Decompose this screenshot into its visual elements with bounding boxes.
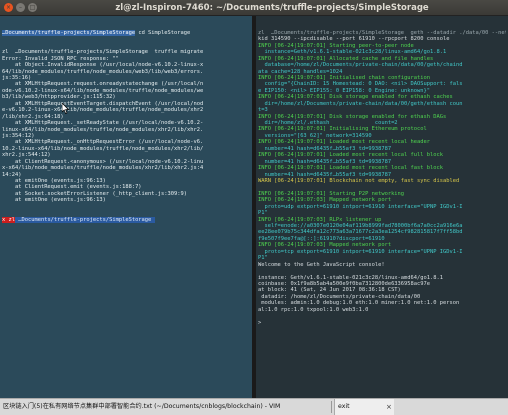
taskbar-item-vim[interactable]: 区块链入门(5)在私有网络节点集群中部署智能合约.txt (~/Document… bbox=[0, 399, 331, 415]
terminal-prompt-bottom: x zl …Documents/truffle-projects/SimpleS… bbox=[2, 216, 155, 223]
taskbar-item-exit[interactable]: exit bbox=[334, 399, 394, 415]
mouse-cursor-icon bbox=[62, 103, 70, 114]
window-minimize-button[interactable]: – bbox=[16, 3, 25, 12]
left-terminal-pane[interactable]: …Documents/truffle-projects/SimpleStorag… bbox=[0, 16, 252, 398]
window-maximize-button[interactable]: □ bbox=[28, 3, 37, 12]
taskbar: 区块链入门(5)在私有网络节点集群中部署智能合约.txt (~/Document… bbox=[0, 398, 508, 415]
window-close-button[interactable]: × bbox=[4, 3, 13, 12]
window-titlebar: × – □ zl@zl-Inspiron-7460: ~/Documents/t… bbox=[0, 0, 508, 16]
window-title: zl@zl-Inspiron-7460: ~/Documents/truffle… bbox=[115, 3, 429, 13]
terminal-line: > bbox=[258, 319, 265, 326]
right-terminal-pane[interactable]: zl …Documents/truffle-projects/SimpleSto… bbox=[256, 16, 508, 398]
taskbar-separator bbox=[331, 401, 332, 413]
left-terminal-output: zl …Documents/truffle-projects/SimpleSto… bbox=[2, 49, 250, 204]
right-terminal-output: zl …Documents/truffle-projects/SimpleSto… bbox=[258, 30, 506, 326]
taskbar-close-icon[interactable]: × bbox=[386, 403, 392, 411]
terminal-line: at emitOne (events.js:96:13) bbox=[2, 197, 106, 204]
terminal-prompt-top: …Documents/truffle-projects/SimpleStorag… bbox=[2, 29, 191, 36]
